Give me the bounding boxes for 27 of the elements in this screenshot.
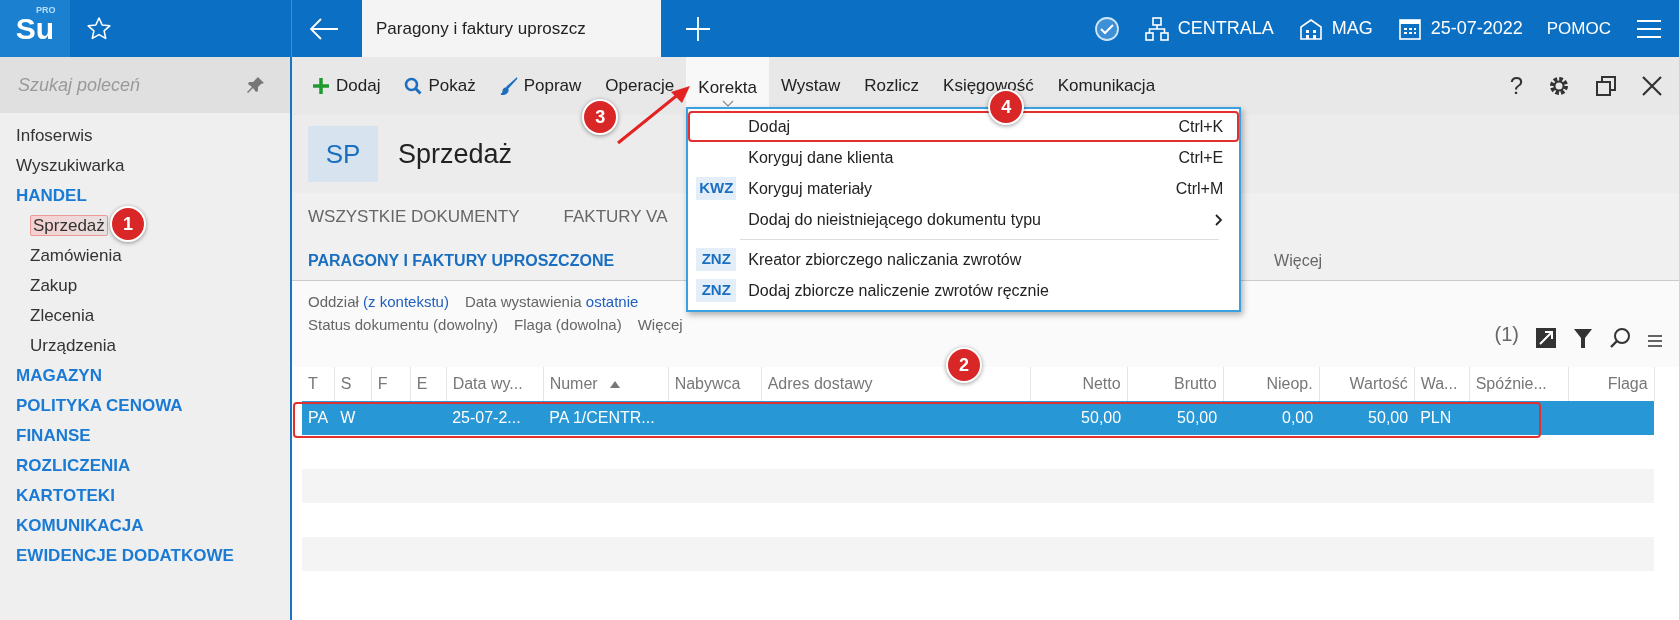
shortcut-label: Ctrl+M	[1175, 178, 1224, 199]
document-tag: ZNZ	[696, 248, 737, 271]
entry-label: Koryguj materiały	[748, 178, 873, 199]
callout-marker: 3	[582, 99, 619, 135]
table-cell: PA 1/CENTR...	[549, 409, 655, 426]
table-cell: 0,00	[1282, 409, 1314, 426]
entry-label: Dodaj	[748, 116, 792, 137]
table-cell: W	[340, 409, 356, 426]
callout-marker: 2	[946, 347, 982, 383]
entry-label: Kreator zbiorczego naliczania zwrotów	[748, 249, 1023, 270]
table-cell: 25-07-2...	[452, 409, 521, 426]
table-cell: PLN	[1420, 409, 1452, 426]
module-title: Sprzedaż	[398, 137, 513, 171]
document-tag: KWZ	[696, 177, 737, 200]
entry-label: Dodaj do nieistniejącego dokumentu typu	[748, 209, 1042, 230]
entry-label: Koryguj dane klienta	[748, 147, 895, 168]
table-cell: 50,00	[1081, 409, 1122, 426]
record-count: (1)	[1494, 322, 1519, 347]
shortcut-label: Ctrl+K	[1178, 116, 1224, 137]
table-cell: 50,00	[1177, 409, 1218, 426]
module-badge: SP	[308, 126, 378, 182]
document-tag: ZNZ	[696, 279, 737, 302]
table-cell: 50,00	[1368, 409, 1409, 426]
table-cell: PA	[308, 409, 329, 426]
callout-marker: 1	[110, 206, 146, 242]
entry-label: Dodaj zbiorcze naliczenie zwrotów ręcznie	[748, 280, 1050, 301]
shortcut-label: Ctrl+E	[1178, 147, 1224, 168]
